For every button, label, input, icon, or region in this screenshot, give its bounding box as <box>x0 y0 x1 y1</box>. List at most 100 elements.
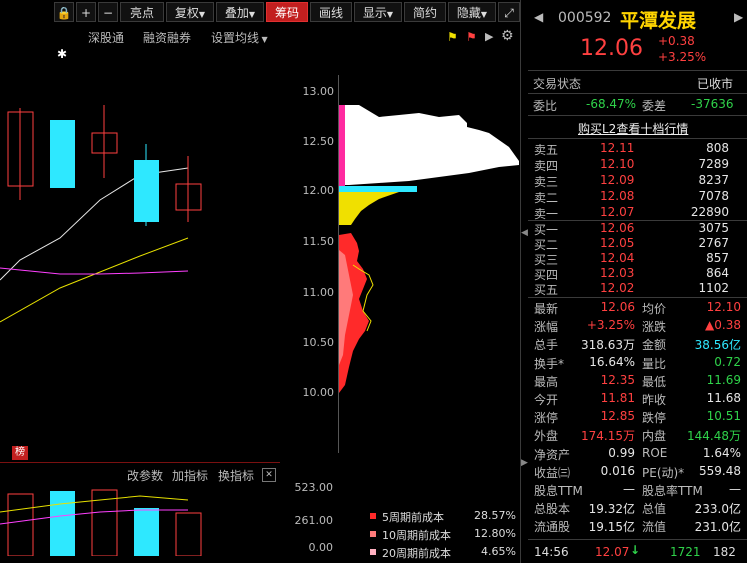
quote-label: 涨停 <box>534 411 559 426</box>
divider <box>528 539 747 540</box>
close-indicator-icon[interactable]: ✕ <box>262 468 276 482</box>
l2-upgrade-link[interactable]: 购买L2查看十档行情 <box>578 120 688 137</box>
quote-row: 收益㈢ 0.016 PE(动)* 559.48 <box>528 464 747 482</box>
vol-tick: 523.00 <box>294 481 334 494</box>
quote-label: 股息TTM <box>534 484 583 498</box>
quote-label: 金额 <box>642 338 667 353</box>
order-price: 12.09 <box>600 173 635 187</box>
toolbar-diejia-button[interactable]: 叠加▼ <box>216 2 264 22</box>
kline-divider <box>0 462 280 463</box>
quote-label: 总值 <box>642 502 667 517</box>
quote-value: +3.25% <box>586 318 635 333</box>
order-label: 卖五 <box>534 143 559 157</box>
dropdown-arrow-icon: ▼ <box>386 10 394 19</box>
collapse-handle-icon[interactable]: ◀ <box>521 228 528 238</box>
chip-flag-active-icon[interactable]: ⚑ <box>466 30 477 44</box>
toolbar-fuquan-button[interactable]: 复权▼ <box>166 2 214 22</box>
zoom-out-button[interactable]: − <box>98 2 118 22</box>
price-tick: 11.00 <box>302 286 335 299</box>
quote-value: 38.56亿 <box>694 338 741 353</box>
volume-bar-up <box>7 493 34 556</box>
toolbar-yincang-button[interactable]: 隐藏▼ <box>448 2 496 22</box>
ma-white-line <box>0 167 189 281</box>
toolbar-chouma-button[interactable]: 筹码 <box>266 2 308 22</box>
order-price: 12.06 <box>600 221 635 235</box>
order-price: 12.07 <box>600 205 635 219</box>
rank-badge[interactable]: 榜 <box>12 446 28 460</box>
quote-row: 最新 12.06 均价 12.10 <box>528 300 747 318</box>
quote-label: PE(动)* <box>642 465 685 480</box>
next-stock-icon[interactable]: ▶ <box>734 10 743 24</box>
ma-yellow-line <box>0 237 189 323</box>
price-tick: 12.00 <box>302 184 335 197</box>
order-price: 12.11 <box>600 141 635 155</box>
switch-indicator-link[interactable]: 换指标 <box>218 467 254 484</box>
tick-count: 182 <box>713 545 736 559</box>
play-icon[interactable]: ▶ <box>485 30 493 43</box>
chip-distribution-chart[interactable] <box>339 75 520 455</box>
scroll-lock-icon[interactable]: 🔒 <box>54 2 74 22</box>
order-vol: 7078 <box>698 189 729 203</box>
ma-settings-link[interactable]: 设置均线 ▼ <box>211 29 268 46</box>
quote-label: 今开 <box>534 393 559 407</box>
quote-value: 0.99 <box>608 445 635 460</box>
quote-label: 涨跌 <box>642 320 667 335</box>
weibi-value: -68.47% <box>586 97 637 111</box>
toolbar-liangdian-button[interactable]: 亮点 <box>120 2 164 22</box>
quote-label: 均价 <box>642 302 667 316</box>
vol-ma-magenta-line <box>0 509 188 525</box>
star-marker-icon: ✱ <box>57 47 68 61</box>
collapse-handle-icon[interactable]: ▶ <box>521 458 528 468</box>
rongzi-link[interactable]: 融资融券 <box>143 29 191 46</box>
quote-value: ▲0.38 <box>705 318 741 333</box>
dropdown-arrow-icon: ▼ <box>198 10 206 19</box>
candlestick-chart[interactable] <box>0 60 280 460</box>
settings-gear-icon[interactable]: ⚙ <box>501 28 514 44</box>
quote-label: 量比 <box>642 356 667 371</box>
toolbar-label: 叠加 <box>224 6 249 20</box>
zoom-in-button[interactable]: + <box>76 2 96 22</box>
toolbar-huaxian-button[interactable]: 画线 <box>310 2 352 22</box>
order-price: 12.04 <box>600 251 635 265</box>
panel-divider <box>520 0 521 563</box>
quote-label: 昨收 <box>642 393 667 407</box>
price-tick: 10.00 <box>302 386 335 399</box>
toolbar-label: 筹码 <box>274 6 299 20</box>
volume-chart[interactable] <box>0 484 280 556</box>
legend-pct: 12.80% <box>474 527 516 540</box>
stock-change: +0.38 <box>658 34 695 48</box>
legend-label: 5周期前成本 <box>382 511 444 524</box>
order-price: 12.08 <box>600 189 635 203</box>
quote-value: 559.48 <box>699 463 741 478</box>
stock-name[interactable]: 平潭发展 <box>620 6 696 33</box>
quote-value: 12.10 <box>706 300 741 314</box>
quote-label: 最低 <box>642 374 667 389</box>
candle-body-down <box>134 160 159 222</box>
order-vol: 3075 <box>698 221 729 235</box>
chip-cost-band <box>339 186 417 192</box>
chip-magenta-strip <box>339 105 345 187</box>
change-params-link[interactable]: 改参数 <box>127 467 163 484</box>
quote-label: 最高 <box>534 374 559 389</box>
chip-legend-10: 10周期前成本 12.80% <box>370 527 518 542</box>
prev-stock-icon[interactable]: ◀ <box>534 10 543 24</box>
divider <box>528 297 747 298</box>
shengutong-link[interactable]: 深股通 <box>88 29 124 46</box>
quote-value: — <box>729 482 741 496</box>
ma-settings-label: 设置均线 <box>211 31 260 45</box>
order-price: 12.03 <box>600 266 635 280</box>
order-vol: 864 <box>706 266 729 280</box>
weicha-value: -37636 <box>691 97 734 111</box>
quote-row: 涨幅 +3.25% 涨跌 ▲0.38 <box>528 318 747 336</box>
quote-value: 19.32亿 <box>588 502 635 517</box>
toolbar-xianshi-button[interactable]: 显示▼ <box>354 2 402 22</box>
toolbar-jianyue-button[interactable]: 简约 <box>404 2 446 22</box>
quote-label: ROE <box>642 445 668 460</box>
divider <box>528 115 747 116</box>
chip-flag-icon[interactable]: ⚑ <box>447 30 458 44</box>
fullscreen-icon[interactable]: ⤢ <box>498 2 520 22</box>
add-indicator-link[interactable]: 加指标 <box>172 467 208 484</box>
order-price: 12.02 <box>600 281 635 295</box>
price-tick: 10.50 <box>302 336 335 349</box>
toolbar-label: 亮点 <box>129 6 154 20</box>
